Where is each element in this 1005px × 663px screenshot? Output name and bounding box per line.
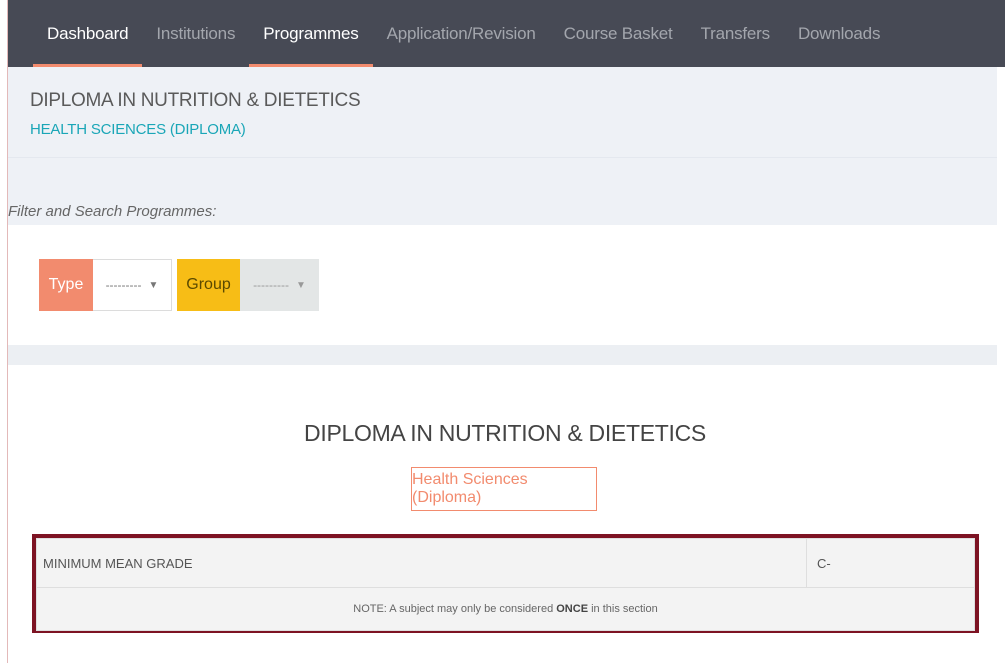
type-select-value: --------- xyxy=(105,278,142,292)
note-emphasis: ONCE xyxy=(556,603,589,615)
page-title: DIPLOMA IN NUTRITION & DIETETICS xyxy=(30,90,361,111)
group-filter: Group --------- ▼ xyxy=(177,259,319,311)
page-subtitle[interactable]: HEALTH SCIENCES (DIPLOMA) xyxy=(30,121,246,138)
filter-row: Type --------- ▼ Group --------- ▼ xyxy=(39,259,324,311)
requirements-box: MINIMUM MEAN GRADE C- NOTE: A subject ma… xyxy=(32,534,979,633)
section-divider-band xyxy=(8,345,997,365)
nav-course-basket[interactable]: Course Basket xyxy=(550,0,687,67)
header-divider xyxy=(8,157,997,158)
filter-label: Filter and Search Programmes: xyxy=(8,203,217,220)
chevron-down-icon: ▼ xyxy=(148,279,159,291)
group-select[interactable]: --------- ▼ xyxy=(240,259,319,311)
programme-title: DIPLOMA IN NUTRITION & DIETETICS xyxy=(304,420,706,446)
top-navbar: Dashboard Institutions Programmes Applic… xyxy=(8,0,1005,67)
nav-downloads[interactable]: Downloads xyxy=(784,0,894,67)
frame-edge xyxy=(0,0,7,663)
table-row: MINIMUM MEAN GRADE C- xyxy=(36,538,975,588)
requirements-table: MINIMUM MEAN GRADE C- NOTE: A subject ma… xyxy=(36,538,975,631)
group-filter-label: Group xyxy=(177,259,240,311)
category-button[interactable]: Health Sciences (Diploma) xyxy=(411,467,597,511)
nav-transfers[interactable]: Transfers xyxy=(687,0,784,67)
type-filter: Type --------- ▼ xyxy=(39,259,172,311)
nav-institutions[interactable]: Institutions xyxy=(142,0,249,67)
requirement-value: C- xyxy=(806,538,975,588)
requirement-note: NOTE: A subject may only be considered O… xyxy=(36,587,975,631)
note-suffix: in this section xyxy=(591,603,658,615)
nav-dashboard[interactable]: Dashboard xyxy=(33,0,143,67)
group-select-value: --------- xyxy=(253,278,290,292)
type-filter-label: Type xyxy=(39,259,93,311)
type-select[interactable]: --------- ▼ xyxy=(93,259,172,311)
note-prefix: NOTE: A subject may only be considered xyxy=(353,603,554,615)
nav-programmes[interactable]: Programmes xyxy=(249,0,373,67)
table-row: NOTE: A subject may only be considered O… xyxy=(36,587,975,631)
nav-application-revision[interactable]: Application/Revision xyxy=(373,0,550,67)
chevron-down-icon: ▼ xyxy=(296,279,306,291)
page-header: DIPLOMA IN NUTRITION & DIETETICS HEALTH … xyxy=(8,67,997,225)
requirement-label: MINIMUM MEAN GRADE xyxy=(36,538,807,588)
